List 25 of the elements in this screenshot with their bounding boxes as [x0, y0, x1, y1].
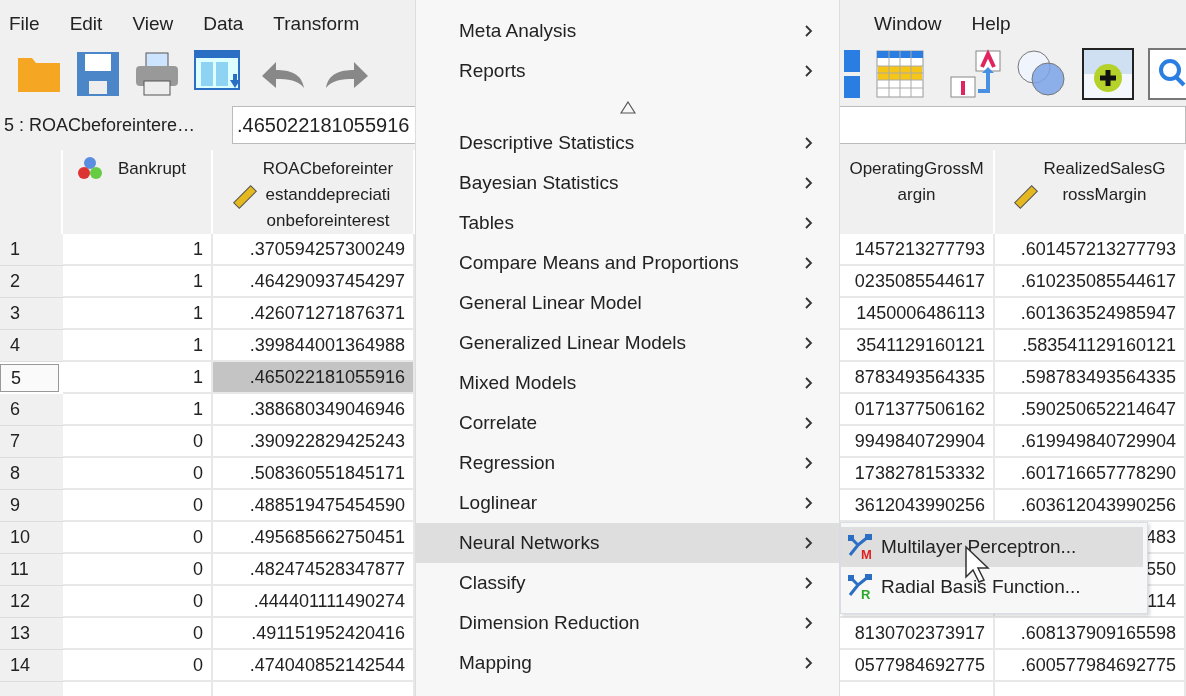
table-cell: .610235085544617 — [995, 266, 1186, 298]
table-cell: 0 — [63, 522, 213, 554]
table-cell: 0 — [63, 554, 213, 586]
table-cell: 0 — [63, 426, 213, 458]
variable-name-label: 5 : ROACbeforeintere… — [3, 114, 197, 136]
table-cell: 1 — [63, 394, 213, 426]
table-cell: .590250652214647 — [995, 394, 1186, 426]
table-cell: .601363524985947 — [995, 298, 1186, 330]
table-cell: .608137909165598 — [995, 618, 1186, 650]
table-cell: .619949840729904 — [995, 426, 1186, 458]
table-cell: 0 — [63, 458, 213, 490]
table-cell: 1 — [63, 330, 213, 362]
table-cell: 1 — [63, 234, 213, 266]
table-cell: 0 — [63, 490, 213, 522]
table-cell: .465022181055916 — [213, 362, 415, 394]
table-cell: .583541129160121 — [995, 330, 1186, 362]
table-cell: 0 — [63, 618, 213, 650]
table-cell: .600577984692775 — [995, 650, 1186, 682]
table-cell: 1 — [63, 266, 213, 298]
table-cell: 0 — [63, 650, 213, 682]
table-cell: 0 — [63, 586, 213, 618]
table-cell: .601457213277793 — [995, 234, 1186, 266]
table-cell: .598783493564335 — [995, 362, 1186, 394]
table-cell: .601716657778290 — [995, 458, 1186, 490]
table-cell: 1 — [63, 298, 213, 330]
